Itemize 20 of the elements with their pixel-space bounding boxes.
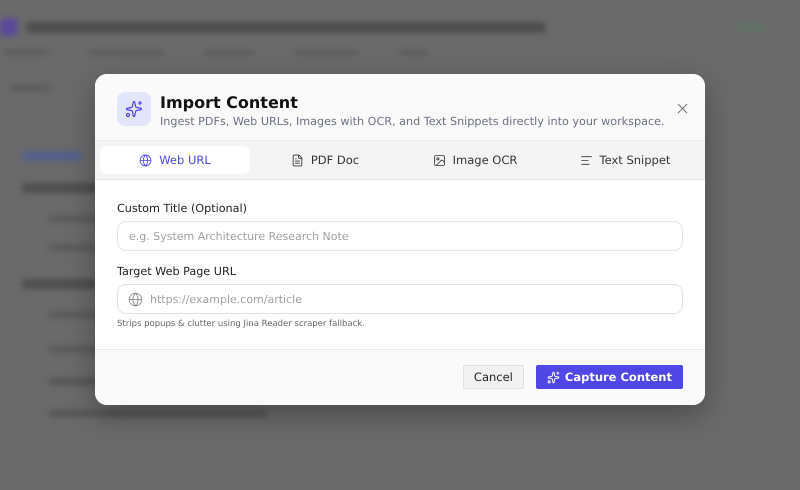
dialog-title: Import Content (160, 93, 299, 112)
field-hint: Strips popups & clutter using Jina Reader scraper fallback. (117, 319, 366, 329)
tab[interactable]: Web URL (100, 146, 250, 174)
input-field[interactable]: e.g. System Architecture Research Note (117, 221, 683, 251)
field-label: Target Web Page URL (117, 265, 237, 278)
image-icon (432, 154, 446, 166)
capture-button[interactable]: Capture Content (536, 365, 683, 389)
cancel-button[interactable]: Cancel (462, 365, 524, 389)
dialog-subtitle: Ingest PDFs, Web URLs, Images with OCR, and Text Snippets directly into your workspace. (160, 115, 665, 128)
tab[interactable]: Image OCR (400, 146, 550, 174)
sparkles-icon (117, 92, 151, 126)
tab[interactable]: PDF Doc (250, 146, 400, 174)
globe-icon (128, 292, 143, 307)
sparkles-icon (546, 370, 560, 384)
url-field[interactable]: https://example.com/article (117, 284, 683, 314)
globe-icon (139, 154, 152, 166)
lines-icon (580, 154, 593, 166)
document-icon (290, 154, 304, 166)
field-label: Custom Title (Optional) (117, 202, 248, 215)
tab[interactable]: Text Snippet (550, 146, 700, 174)
